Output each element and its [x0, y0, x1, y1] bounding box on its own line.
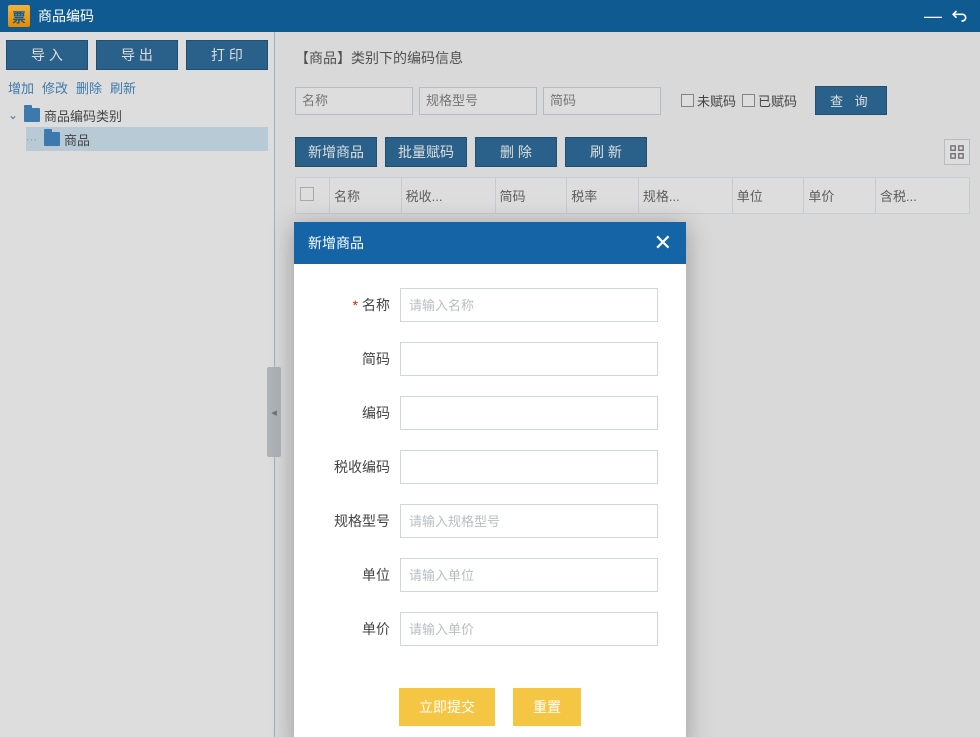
window-title: 商品编码 [38, 6, 920, 26]
minimize-button[interactable]: — [920, 3, 946, 29]
label-unit: 单位 [314, 565, 400, 585]
input-code[interactable] [400, 396, 658, 430]
input-tax-code[interactable] [400, 450, 658, 484]
input-name[interactable] [400, 288, 658, 322]
reset-button[interactable]: 重置 [513, 688, 581, 726]
add-product-dialog: 新增商品 ✕ *名称 简码 编码 税收编码 [294, 222, 686, 737]
modal-overlay: 新增商品 ✕ *名称 简码 编码 税收编码 [0, 32, 980, 737]
back-icon[interactable] [946, 3, 972, 29]
close-icon[interactable]: ✕ [654, 230, 672, 256]
input-price[interactable] [400, 612, 658, 646]
submit-button[interactable]: 立即提交 [399, 688, 495, 726]
label-spec: 规格型号 [314, 511, 400, 531]
dialog-header: 新增商品 ✕ [294, 222, 686, 264]
label-short: 简码 [314, 349, 400, 369]
input-spec[interactable] [400, 504, 658, 538]
label-code: 编码 [314, 403, 400, 423]
input-short[interactable] [400, 342, 658, 376]
dialog-title: 新增商品 [308, 233, 364, 253]
app-logo: 票 [8, 5, 30, 27]
input-unit[interactable] [400, 558, 658, 592]
label-price: 单价 [314, 619, 400, 639]
title-bar: 票 商品编码 — [0, 0, 980, 32]
label-name: *名称 [314, 295, 400, 315]
label-tax-code: 税收编码 [314, 457, 400, 477]
